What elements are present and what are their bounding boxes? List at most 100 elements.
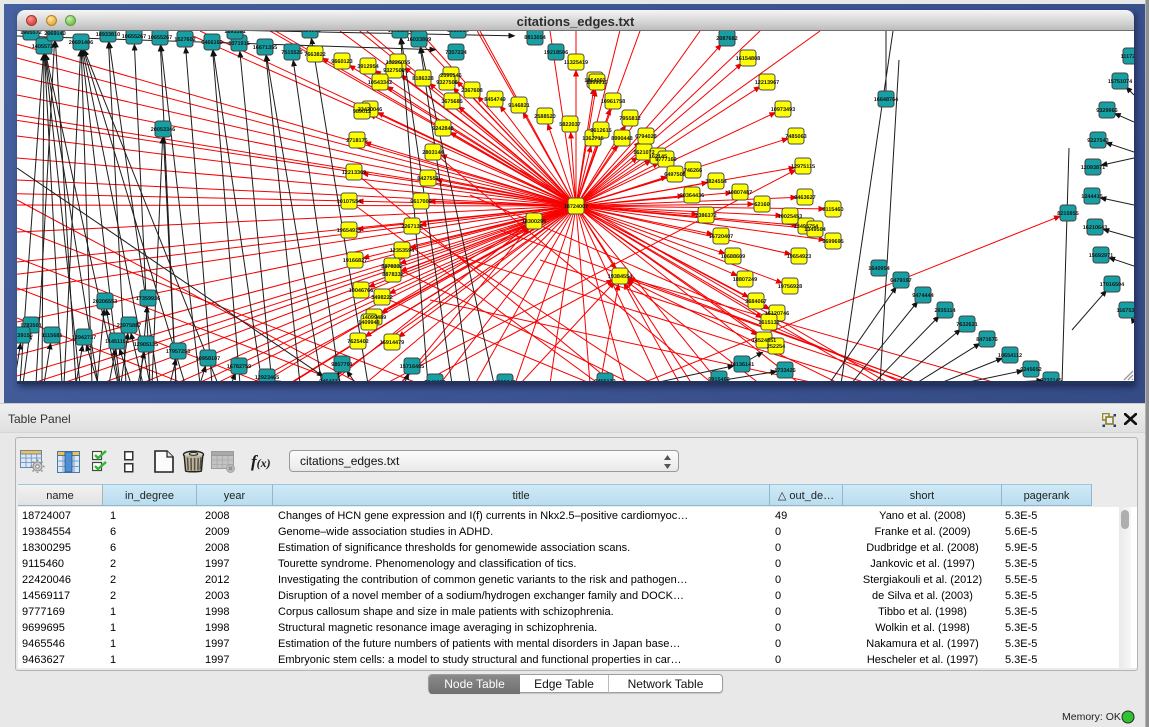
svg-text:10046766: 10046766	[349, 288, 373, 294]
svg-text:1640954: 1640954	[868, 266, 890, 272]
svg-text:62160: 62160	[754, 202, 769, 208]
svg-text:9660123: 9660123	[331, 59, 352, 65]
svg-text:7955812: 7955812	[619, 116, 640, 122]
svg-text:20364436: 20364436	[680, 193, 704, 199]
svg-text:9121954: 9121954	[299, 31, 321, 34]
svg-text:6794028: 6794028	[635, 134, 656, 140]
svg-text:11451194: 11451194	[105, 339, 130, 345]
svg-text:1733426: 1733426	[774, 368, 795, 374]
svg-text:2090546: 2090546	[440, 73, 461, 79]
svg-text:9227543: 9227543	[1087, 138, 1108, 144]
svg-text:8990448: 8990448	[611, 136, 632, 142]
svg-text:7632621: 7632621	[956, 322, 977, 328]
svg-text:18933810: 18933810	[96, 32, 120, 38]
svg-text:15751074: 15751074	[1108, 79, 1133, 85]
svg-text:10958107: 10958107	[196, 356, 220, 362]
svg-text:1362715: 1362715	[582, 136, 603, 142]
svg-text:12975115: 12975115	[791, 164, 815, 170]
svg-text:3684067: 3684067	[745, 299, 766, 305]
svg-text:2935114: 2935114	[934, 308, 956, 314]
svg-text:23975887: 23975887	[117, 323, 141, 329]
svg-text:1115681: 1115681	[42, 333, 63, 339]
svg-text:1893381: 1893381	[224, 31, 245, 35]
svg-text:17957253: 17957253	[166, 349, 190, 355]
svg-text:1615132: 1615132	[758, 320, 779, 326]
svg-text:1167533: 1167533	[1116, 308, 1134, 314]
svg-text:12213967: 12213967	[755, 80, 779, 86]
svg-text:9242848: 9242848	[432, 126, 453, 132]
svg-text:19166827: 19166827	[343, 258, 367, 264]
svg-text:7357224: 7357224	[445, 50, 467, 56]
svg-text:18724007: 18724007	[564, 204, 588, 210]
svg-text:9245078: 9245078	[424, 380, 445, 384]
svg-text:9474444: 9474444	[912, 293, 934, 299]
svg-text:9857791: 9857791	[331, 362, 352, 368]
svg-text:9699695: 9699695	[822, 239, 843, 245]
svg-text:2087682: 2087682	[716, 36, 737, 42]
svg-text:9617006: 9617006	[410, 199, 431, 205]
svg-text:19654915: 19654915	[337, 228, 361, 234]
svg-text:7625402: 7625402	[347, 339, 368, 345]
svg-text:13226055: 13226055	[386, 60, 410, 66]
svg-text:12093871: 12093871	[1081, 165, 1105, 171]
svg-text:10543342: 10543342	[368, 80, 392, 86]
svg-text:9463627: 9463627	[794, 195, 815, 201]
svg-text:12905135: 12905135	[134, 342, 158, 348]
svg-text:8186328: 8186328	[412, 76, 433, 82]
svg-text:17359936: 17359936	[136, 296, 160, 302]
svg-text:1071915: 1071915	[228, 41, 249, 47]
svg-text:8427552: 8427552	[417, 176, 438, 182]
svg-text:7663822: 7663822	[304, 52, 325, 58]
svg-text:8215955: 8215955	[1057, 211, 1078, 217]
svg-text:16648764: 16648764	[874, 97, 899, 103]
svg-text:10655267: 10655267	[148, 35, 172, 41]
svg-text:8454749: 8454749	[484, 97, 505, 103]
svg-text:1092346: 1092346	[494, 380, 515, 384]
svg-text:9777169: 9777169	[655, 157, 676, 163]
svg-text:2367608: 2367608	[461, 88, 482, 94]
svg-text:10654112: 10654112	[998, 353, 1022, 359]
svg-text:252254: 252254	[767, 344, 786, 350]
svg-text:989012: 989012	[353, 109, 371, 115]
svg-text:16914479: 16914479	[380, 340, 404, 346]
svg-text:9329966: 9329966	[1096, 108, 1117, 114]
svg-text:10973493: 10973493	[771, 107, 795, 113]
svg-text:1349504: 1349504	[804, 227, 826, 233]
svg-text:14055724: 14055724	[32, 44, 57, 50]
svg-text:5822037: 5822037	[559, 122, 580, 128]
svg-text:1899910: 1899910	[586, 80, 607, 86]
svg-text:7386372: 7386372	[695, 213, 716, 219]
svg-text:19756928: 19756928	[778, 284, 802, 290]
svg-text:9327508: 9327508	[436, 80, 457, 86]
svg-text:14136141: 14136141	[730, 362, 754, 368]
svg-text:10025453: 10025453	[778, 214, 802, 220]
svg-text:15720407: 15720407	[709, 234, 733, 240]
svg-text:1117205: 1117205	[1121, 54, 1134, 60]
svg-text:12923465: 12923465	[255, 375, 279, 381]
svg-text:16033809: 16033809	[388, 31, 412, 34]
svg-text:8813054: 8813054	[524, 35, 546, 41]
svg-text:18807249: 18807249	[733, 277, 757, 283]
svg-text:12353594: 12353594	[390, 248, 415, 254]
svg-text:10961758: 10961758	[601, 99, 625, 105]
svg-text:18300295: 18300295	[522, 219, 546, 225]
svg-text:16671355: 16671355	[253, 45, 277, 51]
svg-text:9327506: 9327506	[383, 68, 404, 74]
svg-text:8878332: 8878332	[381, 264, 402, 270]
svg-text:12942737: 12942737	[72, 335, 96, 341]
svg-text:12213369: 12213369	[342, 170, 366, 176]
svg-text:16210643: 16210643	[1083, 225, 1107, 231]
svg-text:746266: 746266	[684, 168, 702, 174]
svg-text:19654923: 19654923	[787, 254, 811, 260]
svg-text:9915460: 9915460	[708, 377, 729, 383]
svg-text:9464312: 9464312	[319, 379, 340, 384]
svg-text:7485063: 7485063	[785, 134, 806, 140]
svg-text:7515526: 7515526	[281, 50, 302, 56]
svg-text:17016504: 17016504	[1100, 282, 1125, 288]
svg-text:16782759: 16782759	[227, 364, 251, 370]
svg-text:10807487: 10807487	[728, 190, 752, 196]
svg-text:9146821: 9146821	[508, 103, 529, 109]
svg-text:9115460: 9115460	[822, 207, 843, 213]
svg-text:1239155: 1239155	[17, 333, 33, 339]
svg-text:2803144: 2803144	[422, 150, 444, 156]
